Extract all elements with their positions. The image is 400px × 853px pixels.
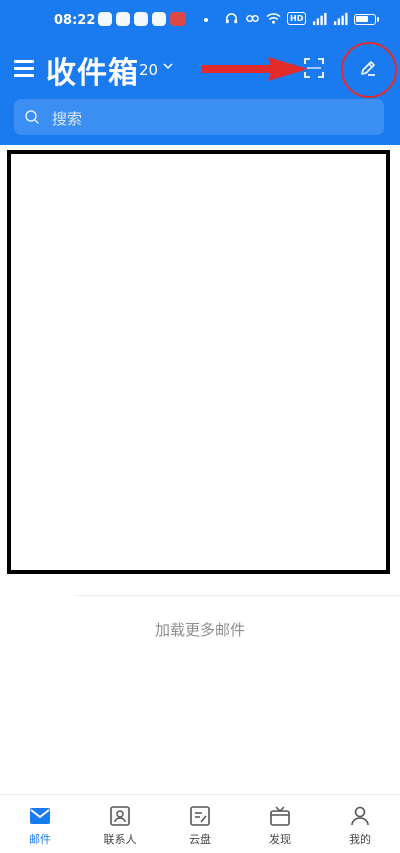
- mail-icon: [30, 808, 50, 824]
- tab-label: 邮件: [29, 833, 51, 846]
- menu-icon[interactable]: [14, 58, 36, 78]
- battery-icon: [354, 14, 379, 25]
- app-notification-icon: [134, 12, 148, 26]
- redacted-mail-list: [7, 150, 390, 574]
- tab-cloud-drive[interactable]: 云盘: [160, 795, 240, 853]
- more-notifications-dot: [204, 18, 208, 22]
- bottom-tab-bar: 邮件 联系人 云盘 发现 我的: [0, 794, 400, 853]
- compose-pencil-icon[interactable]: [358, 58, 378, 78]
- status-time: 08:22: [54, 13, 96, 28]
- contacts-icon: [110, 806, 130, 826]
- tab-label: 发现: [269, 833, 291, 846]
- scan-icon[interactable]: [303, 57, 325, 79]
- app-notification-icon: [116, 12, 130, 26]
- app-notification-icon: [170, 12, 186, 26]
- tab-label: 联系人: [103, 833, 137, 846]
- search-input[interactable]: 搜索: [14, 99, 384, 135]
- app-header: 08:22 HD 收件箱 20 搜索: [0, 0, 400, 145]
- signal-icon: [313, 12, 327, 26]
- tab-label: 云盘: [189, 833, 211, 846]
- battery-level: [356, 16, 368, 22]
- search-placeholder: 搜索: [52, 110, 83, 128]
- app-notification-icon: [98, 12, 112, 26]
- tab-mail[interactable]: 邮件: [0, 795, 80, 853]
- page-title: 收件箱: [46, 56, 139, 91]
- headset-icon: [225, 13, 238, 24]
- signal-icon: [334, 12, 348, 26]
- system-status-icons: HD: [224, 11, 348, 26]
- chevron-down-icon[interactable]: [162, 60, 174, 72]
- compose-highlight: [341, 42, 397, 98]
- discover-icon: [270, 806, 290, 826]
- tab-discover[interactable]: 发现: [240, 795, 320, 853]
- mail-count[interactable]: 20: [139, 61, 158, 79]
- notification-icons: [98, 12, 186, 26]
- tab-profile[interactable]: 我的: [320, 795, 400, 853]
- cloud-drive-icon: [190, 806, 210, 826]
- link-icon: [246, 14, 259, 23]
- red-arrow-annotation: [202, 57, 308, 81]
- tab-contacts[interactable]: 联系人: [80, 795, 160, 853]
- profile-icon: [351, 806, 369, 826]
- divider: [76, 595, 400, 596]
- wifi-icon: [266, 13, 281, 24]
- load-more-link[interactable]: 加载更多邮件: [0, 619, 400, 640]
- hd-badge: HD: [287, 12, 307, 25]
- tab-label: 我的: [349, 833, 371, 846]
- app-notification-icon: [152, 12, 166, 26]
- status-bar: 08:22 HD: [0, 0, 400, 42]
- search-icon: [25, 110, 40, 125]
